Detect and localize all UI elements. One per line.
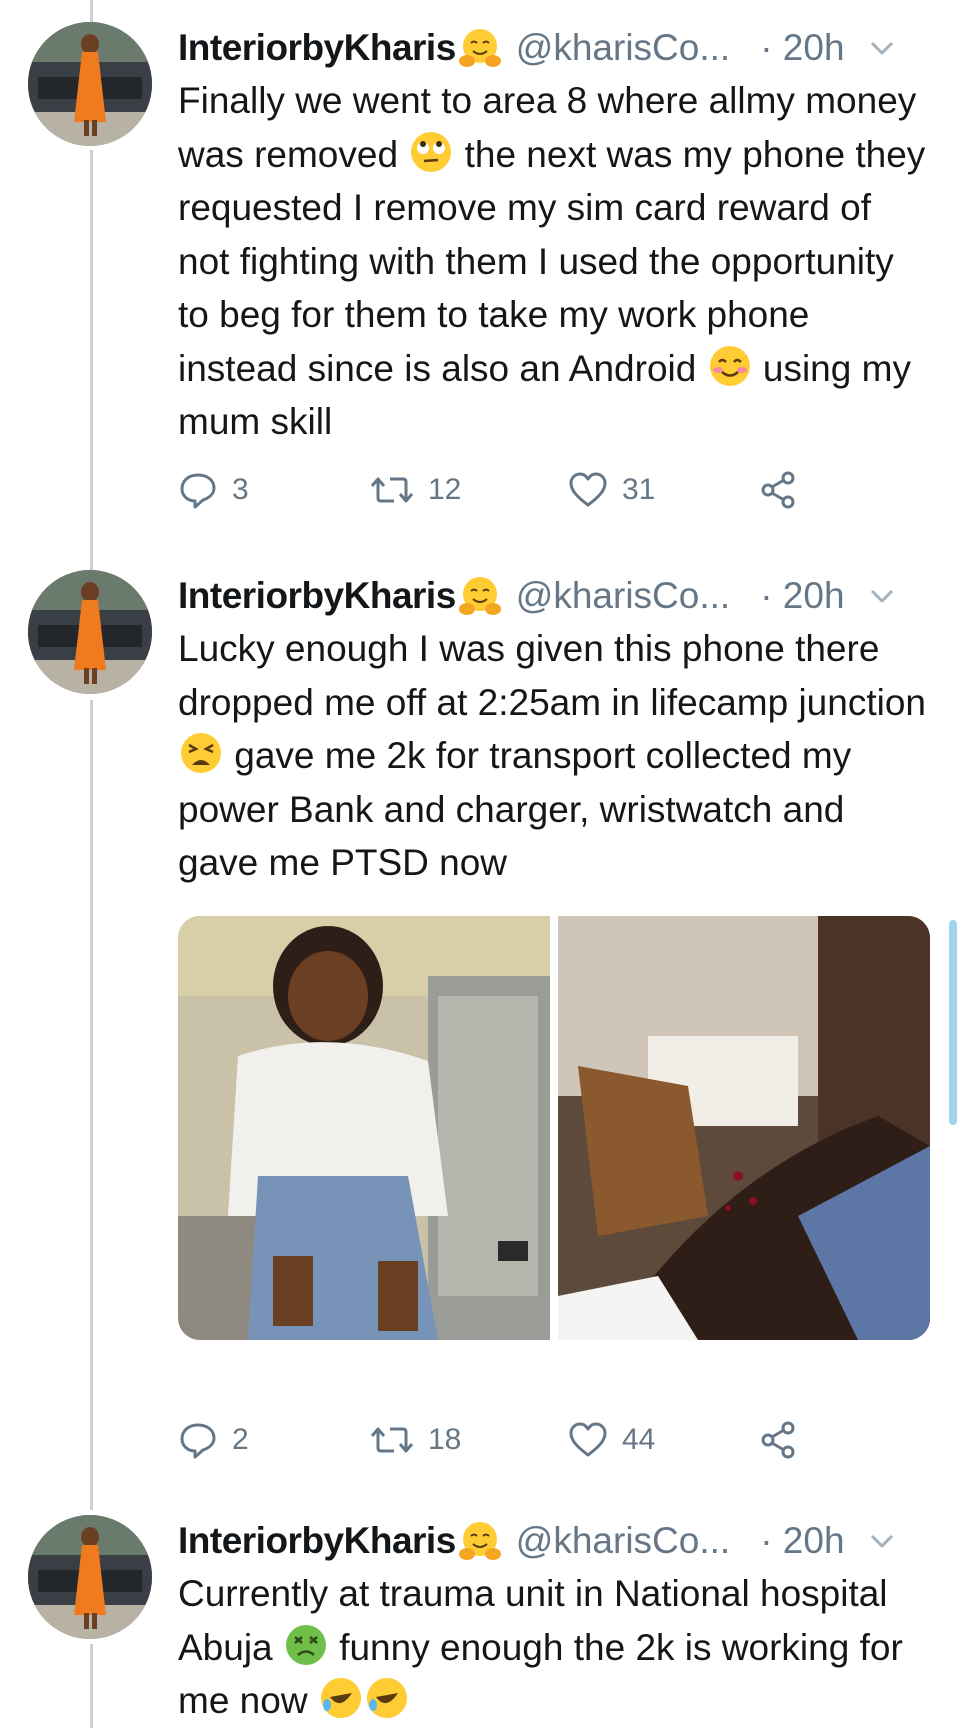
chevron-down-icon[interactable]: [867, 581, 897, 611]
like-count: 31: [622, 473, 656, 506]
timestamp[interactable]: · 20h: [760, 570, 844, 622]
share-button[interactable]: [760, 1420, 800, 1460]
heart-icon: [568, 470, 608, 510]
retweet-icon: [370, 1420, 414, 1460]
nauseated-face-emoji: [285, 1624, 326, 1665]
tweet-actions: 3 12 31: [0, 460, 972, 520]
share-icon: [760, 470, 800, 510]
thread-line: [90, 1644, 93, 1728]
reply-button[interactable]: 3: [178, 470, 249, 510]
chevron-down-icon[interactable]: [867, 1526, 897, 1556]
retweet-button[interactable]: 12: [370, 470, 461, 510]
tweet-text: Currently at trauma unit in National hos…: [178, 1567, 930, 1728]
timestamp[interactable]: · 20h: [760, 22, 844, 74]
hugging-face-emoji: [458, 26, 502, 70]
chevron-down-icon[interactable]: [867, 33, 897, 63]
reply-icon: [178, 1420, 218, 1460]
like-count: 44: [622, 1423, 656, 1456]
photo-woman-seated-bench[interactable]: [178, 915, 550, 1340]
handle[interactable]: @kharisCo...: [516, 570, 730, 622]
reply-count: 3: [232, 473, 249, 506]
display-name[interactable]: InteriorbyKharis: [178, 1515, 456, 1567]
retweet-icon: [370, 470, 414, 510]
retweet-button[interactable]: 18: [370, 1420, 461, 1460]
avatar[interactable]: [28, 1515, 152, 1639]
media-gallery: [178, 915, 930, 1340]
handle[interactable]: @kharisCo...: [516, 22, 730, 74]
display-name[interactable]: InteriorbyKharis: [178, 22, 456, 74]
smiling-blush-emoji: [709, 345, 750, 386]
like-button[interactable]: 44: [568, 1420, 655, 1460]
reply-count: 2: [232, 1423, 249, 1456]
thread-line: [90, 0, 93, 22]
reply-button[interactable]: 2: [178, 1420, 249, 1460]
handle[interactable]: @kharisCo...: [516, 1515, 730, 1567]
scrollbar[interactable]: [949, 920, 957, 1125]
reply-icon: [178, 470, 218, 510]
avatar[interactable]: [28, 570, 152, 694]
share-icon: [760, 1420, 800, 1460]
photo-injured-leg[interactable]: [558, 915, 930, 1340]
hugging-face-emoji: [458, 1519, 502, 1563]
tweet-text: Finally we went to area 8 where allmy mo…: [178, 80, 936, 442]
tweet-header: InteriorbyKharis @kharisCo... · 20h: [178, 570, 930, 622]
retweet-count: 12: [428, 473, 462, 506]
thread-line: [90, 700, 93, 1510]
avatar[interactable]: [28, 22, 152, 146]
rolling-laughing-emoji: [366, 1678, 407, 1718]
tweet-actions: 2 18 44: [0, 1410, 972, 1470]
heart-icon: [568, 1420, 608, 1460]
hugging-face-emoji: [458, 574, 502, 618]
timestamp[interactable]: · 20h: [760, 1515, 844, 1567]
retweet-count: 18: [428, 1423, 462, 1456]
tweet-text: Lucky enough I was given this phone ther…: [178, 628, 937, 883]
like-button[interactable]: 31: [568, 470, 655, 510]
rolling-eyes-emoji: [411, 131, 452, 172]
share-button[interactable]: [760, 470, 800, 510]
display-name[interactable]: InteriorbyKharis: [178, 570, 456, 622]
rolling-laughing-emoji: [320, 1678, 361, 1718]
tweet-header: InteriorbyKharis @kharisCo... · 20h: [178, 1515, 930, 1567]
tired-face-emoji: [181, 733, 221, 773]
tweet-header: InteriorbyKharis @kharisCo... · 20h: [178, 22, 930, 74]
